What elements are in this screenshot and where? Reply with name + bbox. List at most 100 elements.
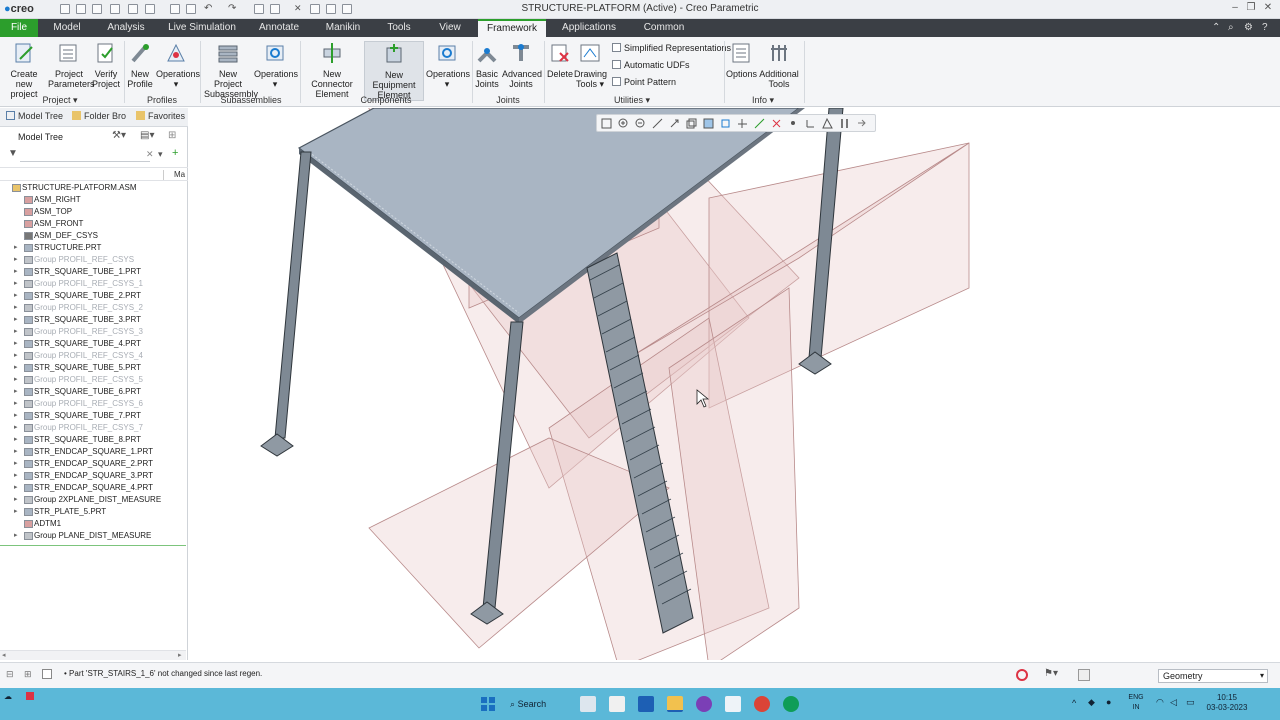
options-button[interactable]: Options <box>726 41 757 79</box>
tree-item[interactable]: ▸ Group PROFIL_REF_CSYS_4 <box>0 350 186 362</box>
tab-applications[interactable]: Applications <box>556 19 622 37</box>
drawing-tools-button[interactable]: Drawing Tools ▾ <box>574 41 607 89</box>
add-filter-icon[interactable]: + <box>172 147 178 159</box>
new-connector-element-button[interactable]: New Connector Element <box>302 41 362 99</box>
volume-icon[interactable]: ◁ <box>1170 697 1177 708</box>
microphone-icon[interactable]: ● <box>1106 697 1111 707</box>
datum-axes-icon[interactable] <box>771 118 782 129</box>
subassemblies-operations-button[interactable]: Operations ▾ <box>254 41 298 89</box>
zoom-out-icon[interactable] <box>635 118 646 129</box>
tree-item[interactable]: ▸ STR_SQUARE_TUBE_3.PRT <box>0 314 186 326</box>
tree-item[interactable]: ▸ Group 2XPLANE_DIST_MEASURE <box>0 494 186 506</box>
tree-item[interactable]: ▸ STRUCTURE.PRT <box>0 242 186 254</box>
tree-item[interactable]: ASM_DEF_CSYS <box>0 230 186 242</box>
tree-item[interactable]: ASM_RIGHT <box>0 194 186 206</box>
expand-arrow-icon[interactable]: ▸ <box>14 266 18 278</box>
foot-1[interactable] <box>260 433 294 457</box>
tree-item[interactable]: ▸ Group PLANE_DIST_MEASURE <box>0 530 186 542</box>
components-operations-button[interactable]: Operations ▾ <box>426 41 470 89</box>
battery-icon[interactable]: ▭ <box>1186 697 1195 708</box>
pause-icon[interactable] <box>839 118 850 129</box>
wifi-icon[interactable]: ◠ <box>1156 697 1164 708</box>
expand-arrow-icon[interactable]: ▸ <box>14 446 18 458</box>
verify-project-button[interactable]: Verify Project <box>92 41 120 89</box>
selection-filter-icon[interactable]: ⚑▾ <box>1044 668 1058 679</box>
tree-item[interactable]: ▸ Group PROFIL_REF_CSYS <box>0 254 186 266</box>
tree-item[interactable]: ▸ STR_ENDCAP_SQUARE_3.PRT <box>0 470 186 482</box>
taskbar-clock[interactable]: 10:15 03-03-2023 <box>1204 693 1250 713</box>
browser-toggle-icon[interactable]: ⊞ <box>24 669 32 680</box>
dropbox-icon[interactable]: ◆ <box>1088 697 1095 708</box>
tab-live-simulation[interactable]: Live Simulation <box>164 19 240 37</box>
tree-columns-icon[interactable]: ⊞ <box>168 130 176 141</box>
notification-icon[interactable] <box>26 692 34 700</box>
expand-arrow-icon[interactable]: ▸ <box>14 470 18 482</box>
minimize-icon[interactable]: – <box>1228 2 1242 13</box>
spin-center-icon[interactable] <box>856 118 867 129</box>
windows-start-icon[interactable] <box>480 696 496 712</box>
repaint-icon[interactable] <box>652 118 663 129</box>
tab-analysis[interactable]: Analysis <box>102 19 150 37</box>
select-box-icon[interactable] <box>1078 669 1090 681</box>
task-view-icon[interactable] <box>580 696 596 712</box>
expand-arrow-icon[interactable]: ▸ <box>14 482 18 494</box>
scroll-right-icon[interactable]: ▸ <box>178 651 182 659</box>
model-3d-view[interactable] <box>189 108 1280 660</box>
tab-tools[interactable]: Tools <box>380 19 418 37</box>
tab-favorites[interactable]: Favorites <box>136 111 185 121</box>
tree-item[interactable]: ▸ Group PROFIL_REF_CSYS_2 <box>0 302 186 314</box>
tab-model-tree[interactable]: Model Tree <box>6 111 63 121</box>
tree-item[interactable]: STRUCTURE-PLATFORM.ASM <box>0 182 186 194</box>
tree-item[interactable]: ▸ Group PROFIL_REF_CSYS_6 <box>0 398 186 410</box>
tree-item[interactable]: ▸ STR_SQUARE_TUBE_7.PRT <box>0 410 186 422</box>
chrome-icon[interactable] <box>754 696 770 712</box>
tree-item[interactable]: ASM_TOP <box>0 206 186 218</box>
full-screen-icon[interactable] <box>42 669 52 679</box>
advanced-joints-button[interactable]: Advanced Joints <box>502 41 542 89</box>
column-header-ma[interactable]: Ma <box>163 170 187 180</box>
datum-display-icon[interactable] <box>754 118 765 129</box>
new-equipment-element-button[interactable]: New Equipment Element <box>364 41 424 101</box>
new-profile-button[interactable]: New Profile <box>126 41 154 89</box>
media-app-icon[interactable] <box>696 696 712 712</box>
expand-arrow-icon[interactable]: ▸ <box>14 386 18 398</box>
scroll-left-icon[interactable]: ◂ <box>2 651 6 659</box>
tree-item[interactable]: ASM_FRONT <box>0 218 186 230</box>
graphics-viewport[interactable] <box>189 108 1280 660</box>
settings-icon[interactable]: ⚙ <box>1244 22 1253 33</box>
tab-annotate[interactable]: Annotate <box>252 19 306 37</box>
tab-view[interactable]: View <box>432 19 468 37</box>
expand-arrow-icon[interactable]: ▸ <box>14 254 18 266</box>
expand-arrow-icon[interactable]: ▸ <box>14 326 18 338</box>
tree-item[interactable]: ▸ STR_ENDCAP_SQUARE_2.PRT <box>0 458 186 470</box>
tree-item[interactable]: ▸ Group PROFIL_REF_CSYS_5 <box>0 374 186 386</box>
annotation-icon[interactable] <box>822 118 833 129</box>
tree-search-input[interactable] <box>20 148 150 162</box>
display-style-icon[interactable] <box>703 118 714 129</box>
tree-item[interactable]: ▸ STR_PLATE_5.PRT <box>0 506 186 518</box>
language-indicator[interactable]: ENG IN <box>1124 693 1148 713</box>
tree-item[interactable]: ▸ Group PROFIL_REF_CSYS_1 <box>0 278 186 290</box>
regenerate-status-icon[interactable] <box>1016 669 1028 681</box>
search-icon[interactable]: ⌕ <box>1228 22 1234 33</box>
collapse-ribbon-icon[interactable]: ⌃ <box>1212 22 1220 33</box>
expand-arrow-icon[interactable]: ▸ <box>14 506 18 518</box>
basic-joints-button[interactable]: Basic Joints <box>474 41 500 89</box>
clear-search-icon[interactable]: ✕ <box>146 149 154 160</box>
taskbar-search[interactable]: ⌕ Search <box>510 694 570 714</box>
notepad-icon[interactable] <box>725 696 741 712</box>
tree-item[interactable]: ▸ STR_SQUARE_TUBE_1.PRT <box>0 266 186 278</box>
expand-arrow-icon[interactable]: ▸ <box>14 302 18 314</box>
expand-arrow-icon[interactable]: ▸ <box>14 242 18 254</box>
expand-arrow-icon[interactable]: ▸ <box>14 338 18 350</box>
expand-arrow-icon[interactable]: ▸ <box>14 278 18 290</box>
tab-model[interactable]: Model <box>46 19 88 37</box>
close-icon[interactable]: ✕ <box>1261 2 1275 13</box>
zoom-in-icon[interactable] <box>618 118 629 129</box>
expand-arrow-icon[interactable]: ▸ <box>14 374 18 386</box>
show-hidden-icons[interactable]: ^ <box>1072 698 1076 708</box>
group-label-info[interactable]: Info ▾ <box>740 95 786 106</box>
additional-tools-button[interactable]: Additional Tools <box>758 41 800 89</box>
weather-icon[interactable]: ☁ <box>4 692 12 701</box>
expand-arrow-icon[interactable]: ▸ <box>14 530 18 542</box>
